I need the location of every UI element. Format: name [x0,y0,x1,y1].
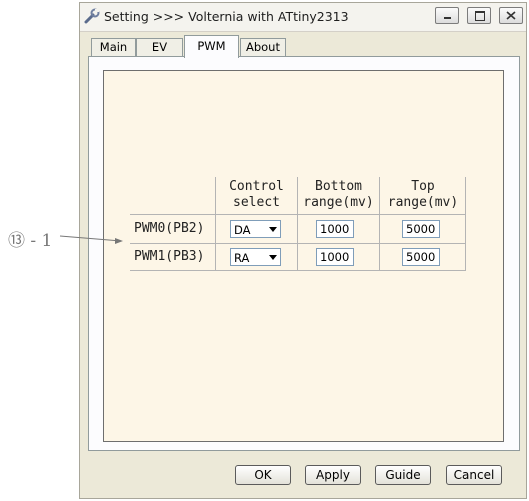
header-top-range: Top range(mv) [380,179,466,211]
settings-window: Setting >>> Volternia with ATtiny2313 Ma… [79,2,527,499]
guide-button[interactable]: Guide [375,465,431,485]
control-select-value: DA [234,223,251,237]
header-line: Bottom [315,179,362,194]
maximize-button[interactable] [467,7,491,24]
header-bottom-range: Bottom range(mv) [298,179,379,211]
header-control-select: Control select [216,179,297,211]
apply-button[interactable]: Apply [305,465,361,485]
dropdown-arrow-icon [269,227,277,232]
callout-label: ⑬ - 1 [8,231,53,251]
dropdown-arrow-icon [269,255,277,260]
close-button[interactable] [499,7,523,24]
header-line: select [233,195,280,210]
ok-button[interactable]: OK [235,465,291,485]
header-line: Control [229,179,284,194]
minimize-button[interactable] [435,7,459,24]
tab-bar: Main EV PWM About [88,35,528,58]
control-select-pwm1[interactable]: RA [230,248,281,266]
tab-main[interactable]: Main [91,38,136,57]
grid-line [130,243,466,244]
header-line: range(mv) [387,195,459,210]
close-icon [506,11,516,20]
grid-line [130,270,466,271]
bottom-range-input-pwm1[interactable]: 1000 [316,248,354,266]
tab-about[interactable]: About [240,38,286,57]
pwm-settings-area: Control select Bottom range(mv) Top rang… [103,70,504,442]
cancel-button[interactable]: Cancel [446,465,502,485]
row-label-pwm1: PWM1(PB3) [134,249,205,264]
row-label-pwm0: PWM0(PB2) [134,221,205,236]
maximize-icon [475,11,485,21]
header-line: range(mv) [303,195,374,210]
wrench-icon [84,8,100,24]
minimize-icon [444,17,451,19]
top-range-input-pwm0[interactable]: 5000 [402,220,440,238]
pwm-tab-panel: Control select Bottom range(mv) Top rang… [88,56,520,451]
bottom-range-input-pwm0[interactable]: 1000 [316,220,354,238]
tab-pwm[interactable]: PWM [184,35,239,58]
control-select-value: RA [234,251,250,265]
grid-line [130,214,466,215]
title-bar: Setting >>> Volternia with ATtiny2313 [80,3,526,32]
window-title: Setting >>> Volternia with ATtiny2313 [104,9,349,24]
top-range-input-pwm1[interactable]: 5000 [402,248,440,266]
header-line: Top [411,179,435,194]
tab-ev[interactable]: EV [136,38,183,57]
control-select-pwm0[interactable]: DA [230,220,281,238]
